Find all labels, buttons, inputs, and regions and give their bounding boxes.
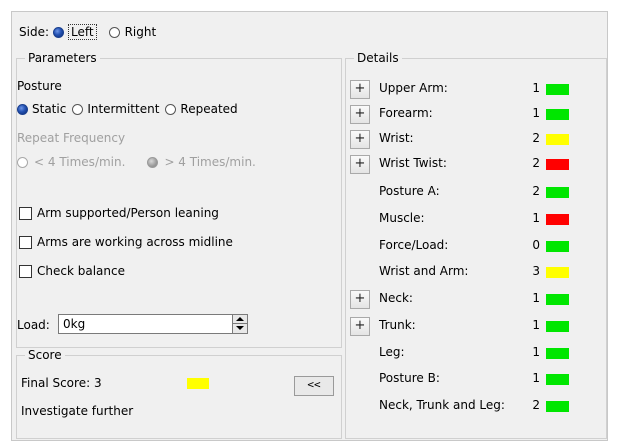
expand-button[interactable]: +	[350, 80, 370, 99]
repeat-frequency-label: Repeat Frequency	[17, 131, 126, 145]
arm-supported-label[interactable]: Arm supported/Person leaning	[37, 206, 219, 220]
detail-label: Upper Arm:	[379, 81, 448, 95]
side-left-label[interactable]: Left	[68, 24, 97, 40]
detail-label: Wrist and Arm:	[379, 264, 469, 278]
posture-repeated-label[interactable]: Repeated	[180, 102, 237, 116]
expand-button[interactable]: +	[350, 105, 370, 124]
score-title: Score	[25, 348, 65, 362]
detail-value: 1	[532, 106, 540, 120]
load-label: Load:	[17, 318, 50, 332]
arrow-down-icon	[236, 326, 244, 330]
load-spinner[interactable]	[232, 314, 248, 334]
detail-label: Forearm:	[379, 106, 433, 120]
detail-color-swatch	[546, 134, 569, 145]
expand-button[interactable]: +	[350, 317, 370, 336]
check-balance-checkbox-row[interactable]: Check balance	[19, 264, 125, 278]
load-decrement-button[interactable]	[233, 324, 247, 333]
detail-value: 0	[532, 238, 540, 252]
detail-value: 1	[532, 81, 540, 95]
repeat-frequency-options: < 4 Times/min. > 4 Times/min.	[17, 155, 256, 169]
detail-color-swatch	[546, 109, 569, 120]
arm-supported-checkbox[interactable]	[19, 206, 32, 220]
expand-button[interactable]: +	[350, 155, 370, 174]
check-balance-checkbox[interactable]	[19, 264, 32, 278]
detail-label: Neck:	[379, 291, 413, 305]
check-balance-label[interactable]: Check balance	[37, 264, 125, 278]
side-right-label[interactable]: Right	[125, 25, 157, 39]
posture-intermittent-label[interactable]: Intermittent	[87, 102, 159, 116]
detail-value: 2	[532, 131, 540, 145]
rula-panel: Side: Left Right Parameters Posture Stat…	[11, 11, 608, 441]
posture-options: Static Intermittent Repeated	[17, 102, 238, 116]
load-increment-button[interactable]	[233, 315, 247, 324]
detail-value: 1	[532, 371, 540, 385]
side-selector: Side: Left Right	[19, 23, 156, 41]
detail-value: 3	[532, 264, 540, 278]
score-group: Score Final Score: 3 Investigate further…	[16, 348, 342, 439]
detail-color-swatch	[546, 267, 569, 278]
expand-button[interactable]: +	[350, 290, 370, 309]
detail-color-swatch	[546, 348, 569, 359]
detail-value: 1	[532, 318, 540, 332]
details-group: Details + Upper Arm: 1 + Forearm: 1 + Wrist: 2 + W…	[345, 51, 607, 439]
load-input[interactable]: 0kg	[58, 314, 248, 334]
detail-label: Posture B:	[379, 371, 440, 385]
detail-color-swatch	[546, 84, 569, 95]
repeat-less-label[interactable]: < 4 Times/min.	[34, 155, 125, 169]
score-message: Investigate further	[21, 404, 134, 418]
detail-label: Posture A:	[379, 184, 440, 198]
detail-color-swatch	[546, 401, 569, 412]
side-label: Side:	[19, 25, 49, 39]
final-score-color-swatch	[187, 378, 209, 389]
detail-label: Wrist:	[379, 131, 414, 145]
detail-label: Force/Load:	[379, 238, 449, 252]
detail-value: 2	[532, 184, 540, 198]
detail-value: 1	[532, 345, 540, 359]
arm-supported-checkbox-row[interactable]: Arm supported/Person leaning	[19, 206, 219, 220]
detail-label: Neck, Trunk and Leg:	[379, 398, 505, 412]
detail-color-swatch	[546, 374, 569, 385]
expand-button[interactable]: +	[350, 130, 370, 149]
detail-label: Muscle:	[379, 211, 425, 225]
final-score-text: Final Score: 3	[21, 376, 102, 390]
parameters-title: Parameters	[25, 51, 100, 65]
collapse-details-button[interactable]: <<	[294, 376, 334, 396]
arrow-up-icon	[236, 317, 244, 321]
detail-label: Leg:	[379, 345, 405, 359]
detail-label: Wrist Twist:	[379, 156, 447, 170]
side-left-radio[interactable]	[53, 26, 64, 38]
detail-color-swatch	[546, 159, 569, 170]
detail-value: 2	[532, 156, 540, 170]
detail-value: 1	[532, 211, 540, 225]
details-title: Details	[354, 51, 402, 65]
repeat-less-radio[interactable]	[17, 156, 28, 168]
repeat-more-label[interactable]: > 4 Times/min.	[164, 155, 255, 169]
posture-repeated-radio[interactable]	[165, 103, 177, 115]
detail-color-swatch	[546, 241, 569, 252]
posture-label: Posture	[17, 79, 62, 93]
detail-color-swatch	[546, 321, 569, 332]
arms-midline-label[interactable]: Arms are working across midline	[37, 235, 233, 249]
posture-static-radio[interactable]	[17, 103, 28, 115]
side-right-radio[interactable]	[108, 26, 120, 38]
arms-midline-checkbox[interactable]	[19, 235, 32, 249]
repeat-more-radio[interactable]	[147, 156, 159, 168]
posture-intermittent-radio[interactable]	[72, 103, 84, 115]
detail-label: Trunk:	[379, 318, 416, 332]
parameters-group: Parameters Posture Static Intermittent R…	[16, 51, 342, 348]
detail-value: 1	[532, 291, 540, 305]
posture-static-label[interactable]: Static	[32, 102, 66, 116]
arms-midline-checkbox-row[interactable]: Arms are working across midline	[19, 235, 233, 249]
detail-color-swatch	[546, 214, 569, 225]
detail-color-swatch	[546, 294, 569, 305]
detail-color-swatch	[546, 187, 569, 198]
detail-value: 2	[532, 398, 540, 412]
